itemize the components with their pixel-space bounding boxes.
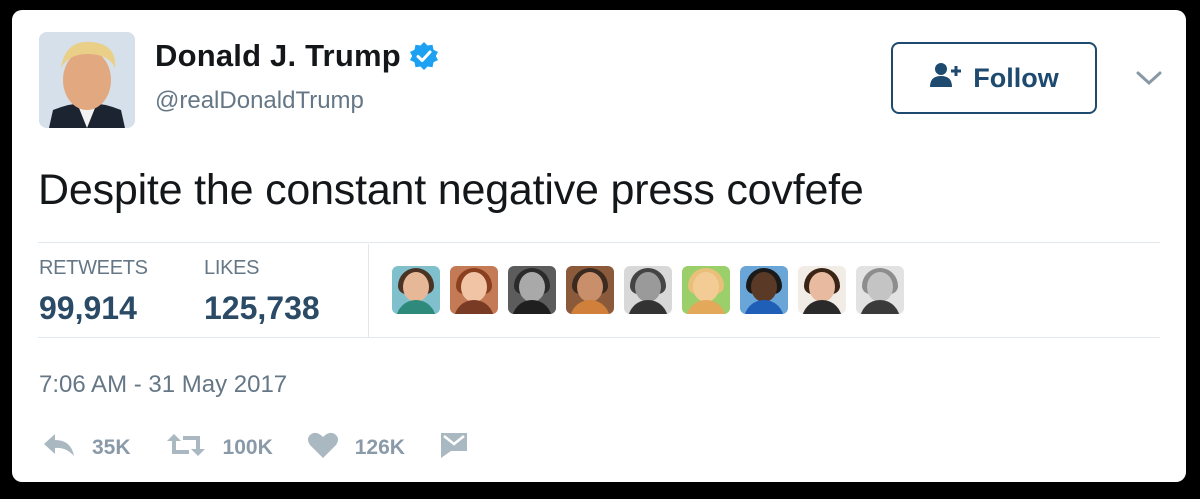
tweet-text: Despite the constant negative press covf… (38, 166, 864, 214)
liker-avatar[interactable] (392, 266, 440, 314)
liker-avatar[interactable] (856, 266, 904, 314)
likes-label: LIKES (204, 257, 260, 279)
verified-badge-icon (409, 41, 439, 71)
stats-vertical-divider (368, 244, 369, 338)
author-avatar[interactable] (39, 32, 135, 128)
likes-value: 125,738 (204, 290, 320, 326)
liker-avatar[interactable] (508, 266, 556, 314)
retweet-button[interactable]: 100K (165, 432, 273, 463)
tweet-actions: 35K 100K 126K (42, 431, 519, 464)
retweets-value: 99,914 (39, 290, 137, 326)
retweets-stat[interactable]: RETWEETS 99,914 (39, 257, 148, 327)
heart-icon (307, 431, 355, 464)
liker-avatar[interactable] (740, 266, 788, 314)
likes-stat[interactable]: LIKES 125,738 (204, 257, 320, 327)
liker-avatar[interactable] (798, 266, 846, 314)
liker-avatar[interactable] (450, 266, 498, 314)
author-name[interactable]: Donald J. Trump (155, 38, 401, 74)
liker-avatar[interactable] (566, 266, 614, 314)
direct-message-icon (439, 431, 485, 464)
retweet-count: 100K (222, 435, 273, 459)
author-handle[interactable]: @realDonaldTrump (155, 87, 364, 115)
retweet-icon (165, 432, 223, 463)
stats-top-divider (38, 242, 1160, 243)
follow-button[interactable]: Follow (891, 42, 1097, 114)
like-button[interactable]: 126K (307, 431, 405, 464)
liker-avatar[interactable] (624, 266, 672, 314)
reply-icon (42, 432, 92, 463)
author-name-row: Donald J. Trump (155, 38, 439, 74)
liker-avatar[interactable] (682, 266, 730, 314)
add-user-icon (929, 62, 973, 95)
stats-bottom-divider (38, 337, 1160, 338)
tweet-timestamp[interactable]: 7:06 AM - 31 May 2017 (39, 371, 287, 399)
chevron-down-icon[interactable] (1136, 70, 1162, 86)
tweet-card: Donald J. Trump @realDonaldTrump Follow … (12, 10, 1186, 482)
retweets-label: RETWEETS (39, 257, 148, 279)
reply-button[interactable]: 35K (42, 432, 131, 463)
follow-label: Follow (973, 62, 1059, 93)
direct-message-button[interactable] (439, 431, 485, 464)
likers-avatars (392, 266, 914, 314)
reply-count: 35K (92, 435, 131, 459)
like-count: 126K (354, 435, 405, 459)
